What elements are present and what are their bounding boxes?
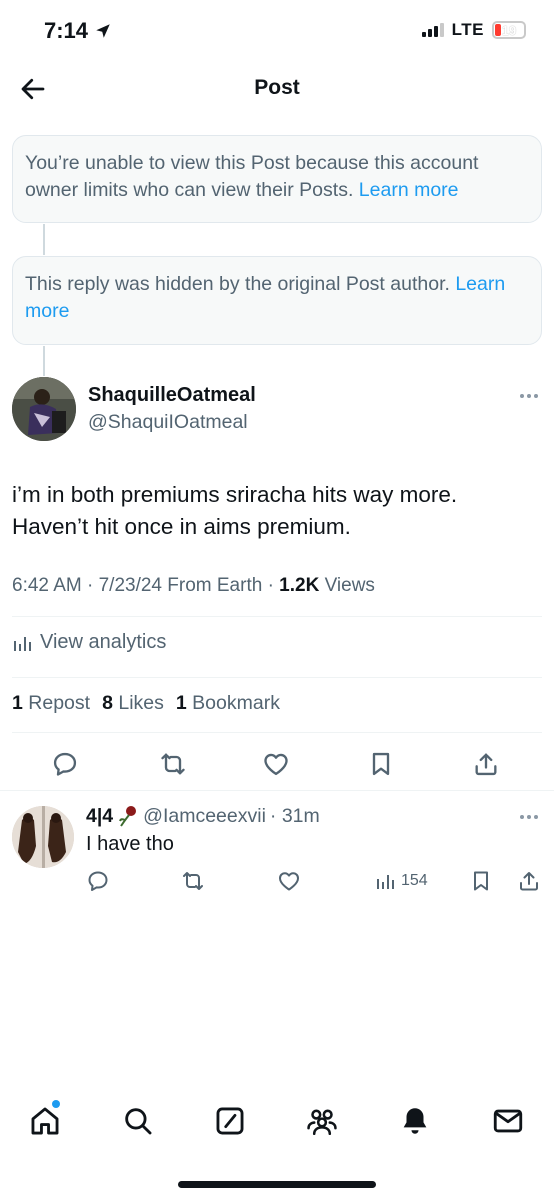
nav-grok[interactable] (213, 1104, 247, 1138)
reposts-label: Repost (28, 692, 91, 714)
network-label: LTE (451, 20, 484, 39)
status-bar: 7:14 LTE 19 (0, 0, 554, 62)
home-icon (31, 1107, 59, 1135)
page-header: Post (0, 62, 554, 116)
reposts-count: 1 (12, 692, 23, 714)
reply-like-button[interactable] (277, 868, 301, 894)
bookmarks-count: 1 (175, 692, 187, 714)
bookmarks-stat[interactable]: 1 Bookmark (176, 692, 280, 715)
more-options-button[interactable] (520, 394, 538, 398)
divider (12, 616, 542, 617)
nav-home[interactable] (28, 1100, 62, 1138)
reply-author-name[interactable]: 4|4 (86, 805, 113, 828)
reply-author-handle[interactable]: @Iamceeexvii (143, 805, 266, 828)
reply-reply-button[interactable] (86, 868, 110, 894)
analytics-icon (377, 875, 394, 889)
notifications-icon (403, 1108, 427, 1134)
repost-icon (161, 753, 185, 775)
reply-repost-button[interactable] (181, 868, 205, 894)
like-button[interactable] (262, 750, 290, 778)
analytics-icon (14, 636, 31, 651)
reply-views-count: 154 (401, 872, 428, 889)
reply-text: I have tho (86, 833, 174, 855)
clock-text: 7:14 (44, 18, 89, 43)
learn-more-link[interactable]: Learn more (359, 179, 459, 201)
post-action-bar (0, 744, 554, 784)
post-text-line: i’m in both premiums sriracha hits way m… (12, 482, 458, 507)
author-handle[interactable]: @ShaquiIOatmeal (88, 411, 248, 434)
reply-header: 4|4 @Iamceeexvii · 31m (86, 804, 320, 828)
notice-text: This reply was hidden by the original Po… (25, 273, 456, 295)
reply-button[interactable] (51, 750, 79, 778)
bookmark-icon (372, 752, 390, 776)
rose-icon (117, 804, 139, 828)
divider (12, 677, 542, 678)
views-label: Views (319, 575, 375, 596)
repost-icon (183, 872, 203, 890)
page-title: Post (254, 76, 300, 99)
divider (12, 732, 542, 733)
reply-icon (88, 871, 108, 891)
reply-more-options-button[interactable] (520, 815, 538, 819)
post-text-line: Haven’t hit once in aims premium. (12, 514, 351, 539)
restricted-post-notice: You’re unable to view this Post because … (12, 135, 542, 223)
location-arrow-icon (94, 22, 112, 40)
post-text: i’m in both premiums sriracha hits way m… (12, 479, 542, 543)
repost-button[interactable] (159, 750, 187, 778)
reply-views-button[interactable]: 154 (375, 868, 428, 894)
reply-avatar-image (12, 806, 74, 868)
nav-notifications[interactable] (398, 1104, 432, 1138)
battery-icon: 19 (492, 21, 526, 39)
post-timestamp[interactable]: 6:42 AM · 7/23/24 From Earth · (12, 575, 279, 596)
views-count: 1.2K (279, 575, 320, 596)
home-indicator (178, 1181, 376, 1188)
view-analytics-button[interactable]: View analytics (12, 631, 166, 654)
avatar[interactable] (12, 377, 76, 441)
search-icon (125, 1108, 152, 1135)
thread-connector (43, 346, 45, 376)
thread-connector (43, 224, 45, 255)
bookmark-icon (474, 871, 488, 891)
likes-count: 8 (102, 692, 113, 714)
share-icon (475, 753, 497, 776)
nav-search[interactable] (121, 1104, 155, 1138)
reply-time: · 31m (269, 804, 320, 827)
analytics-label: View analytics (40, 631, 167, 653)
bookmark-button[interactable] (367, 750, 395, 778)
post-meta: 6:42 AM · 7/23/24 From Earth · 1.2K View… (12, 575, 375, 597)
heart-icon (264, 753, 288, 776)
heart-icon (279, 872, 299, 891)
divider (0, 790, 554, 791)
avatar-image (12, 377, 76, 441)
notification-dot (52, 1100, 60, 1108)
likes-stat[interactable]: 8 Likes (102, 692, 164, 715)
reply-icon (53, 752, 77, 776)
nav-communities[interactable] (305, 1104, 339, 1138)
communities-icon (307, 1109, 337, 1136)
likes-label: Likes (118, 692, 164, 714)
hidden-reply-notice: This reply was hidden by the original Po… (12, 256, 542, 345)
status-indicators: LTE 19 (421, 20, 526, 40)
grok-icon (216, 1107, 244, 1135)
signal-icon (421, 23, 444, 37)
post-stats: 1 Repost 8 Likes 1 Bookmark (12, 692, 280, 715)
reply-share-button[interactable] (517, 868, 541, 894)
battery-level: 19 (501, 22, 517, 38)
battery-fill (495, 24, 501, 36)
share-button[interactable] (472, 750, 500, 778)
reposts-stat[interactable]: 1 Repost (12, 692, 90, 715)
share-icon (520, 872, 538, 891)
messages-icon (493, 1109, 523, 1133)
status-time: 7:14 (44, 18, 112, 44)
bookmarks-label: Bookmark (192, 692, 280, 714)
reply-avatar[interactable] (12, 806, 74, 868)
author-name[interactable]: ShaquilleOatmeal (88, 384, 256, 407)
bottom-nav (0, 1096, 554, 1146)
reply-action-bar: 154 (0, 866, 554, 896)
reply-bookmark-button[interactable] (469, 868, 493, 894)
nav-messages[interactable] (491, 1104, 525, 1138)
